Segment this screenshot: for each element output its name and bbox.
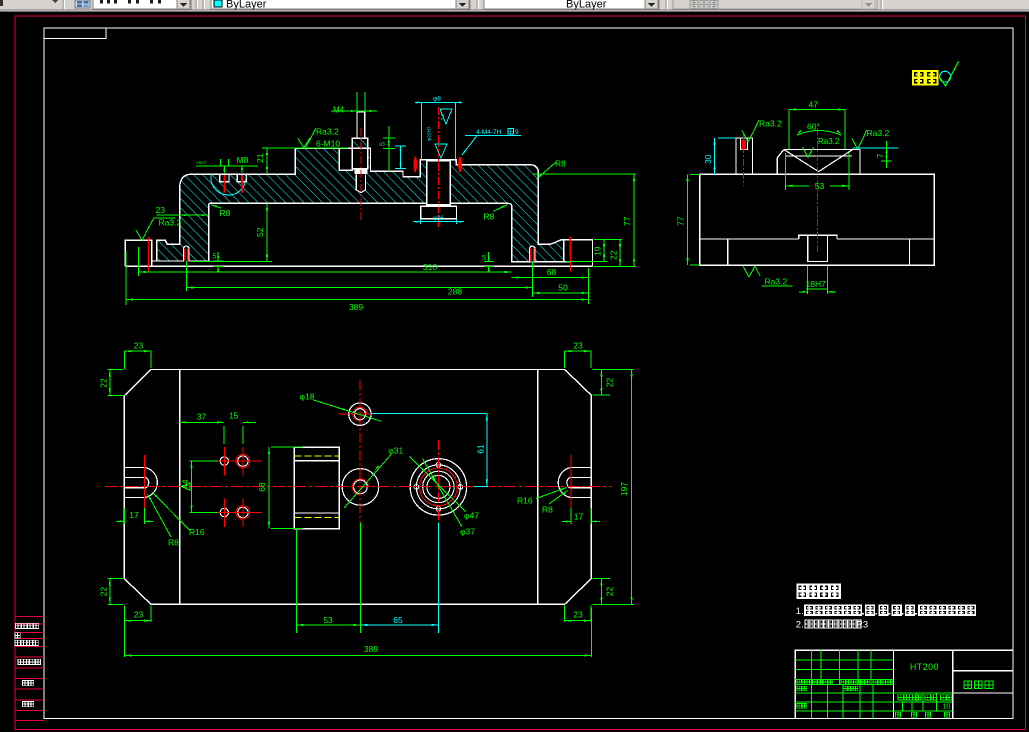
svg-text:30: 30	[703, 154, 713, 164]
svg-text:3.2: 3.2	[440, 114, 445, 120]
svg-text:61: 61	[476, 444, 486, 454]
svg-text:310: 310	[423, 262, 437, 272]
svg-text:288: 288	[448, 287, 462, 297]
svg-text:22: 22	[99, 378, 109, 388]
svg-text:77: 77	[622, 216, 632, 226]
svg-text:15: 15	[229, 411, 239, 421]
svg-text:Ra3.2: Ra3.2	[818, 137, 840, 146]
svg-text:φ47: φ47	[464, 511, 479, 521]
svg-text:68: 68	[257, 482, 267, 492]
svg-text:φ22H7: φ22H7	[427, 126, 433, 141]
svg-text:52: 52	[255, 227, 265, 237]
svg-text:R16: R16	[189, 527, 205, 537]
svg-text:18H7: 18H7	[806, 279, 827, 289]
svg-text:19: 19	[593, 246, 603, 256]
svg-text:47: 47	[809, 100, 819, 110]
svg-text:M4: M4	[333, 105, 345, 114]
svg-text:197: 197	[619, 482, 629, 496]
svg-text:Ra3.2: Ra3.2	[759, 119, 782, 129]
svg-text:R8: R8	[220, 208, 231, 218]
svg-text:17: 17	[574, 512, 584, 522]
svg-text:φ37: φ37	[460, 527, 475, 537]
svg-text:17: 17	[129, 510, 139, 520]
svg-text:5: 5	[380, 142, 387, 146]
svg-text:M8: M8	[237, 155, 249, 165]
svg-text:22: 22	[99, 587, 109, 597]
svg-text:φ36: φ36	[433, 216, 444, 222]
svg-text:77: 77	[676, 216, 686, 226]
svg-text:ByLayer: ByLayer	[566, 0, 607, 11]
svg-text:Ra3.2: Ra3.2	[159, 218, 182, 228]
svg-text:9: 9	[515, 129, 519, 136]
svg-text:50: 50	[558, 283, 568, 293]
svg-text:53: 53	[815, 181, 825, 191]
svg-text:65: 65	[393, 615, 403, 625]
svg-text:2.: 2.	[796, 620, 804, 631]
svg-text:φ8: φ8	[433, 96, 441, 103]
svg-text:HT200: HT200	[910, 662, 939, 672]
svg-text:φ18: φ18	[300, 392, 315, 402]
svg-text:22: 22	[605, 378, 615, 388]
svg-text:R8: R8	[542, 505, 553, 515]
svg-text:Ra3.2: Ra3.2	[316, 127, 339, 137]
svg-text:≈8≈7: ≈8≈7	[196, 160, 206, 165]
svg-text:R8: R8	[484, 212, 495, 222]
svg-text:Ra3.2: Ra3.2	[765, 277, 788, 287]
svg-text:Ra3.2: Ra3.2	[867, 128, 890, 138]
svg-text:21: 21	[255, 153, 265, 163]
svg-text:22: 22	[609, 250, 619, 260]
svg-text:5: 5	[213, 254, 217, 261]
svg-text:R8: R8	[555, 159, 566, 169]
svg-text:60°: 60°	[807, 122, 820, 132]
svg-text:22: 22	[605, 587, 615, 597]
svg-text:4-M4-7H: 4-M4-7H	[476, 129, 502, 136]
svg-text:53: 53	[323, 615, 333, 625]
svg-text:23: 23	[573, 341, 583, 351]
svg-text:68: 68	[547, 267, 557, 277]
svg-text:389: 389	[349, 302, 363, 312]
svg-text:R3: R3	[856, 620, 868, 631]
svg-text:7: 7	[876, 153, 885, 158]
svg-text:10: 10	[943, 704, 951, 711]
svg-text:1.: 1.	[796, 606, 804, 617]
svg-text:44: 44	[181, 479, 190, 488]
svg-text:37: 37	[197, 412, 207, 422]
svg-text:R16: R16	[517, 496, 533, 506]
svg-text:23: 23	[134, 610, 144, 620]
svg-text:23: 23	[573, 610, 583, 620]
svg-text:23: 23	[134, 341, 144, 351]
svg-text:ByLayer: ByLayer	[226, 0, 267, 11]
svg-text:23: 23	[156, 205, 166, 215]
svg-text:φ31: φ31	[388, 446, 403, 456]
svg-text:389: 389	[364, 644, 378, 654]
svg-text:5: 5	[482, 255, 486, 262]
svg-text:6-M10: 6-M10	[316, 139, 340, 149]
svg-text:R8: R8	[168, 538, 179, 548]
